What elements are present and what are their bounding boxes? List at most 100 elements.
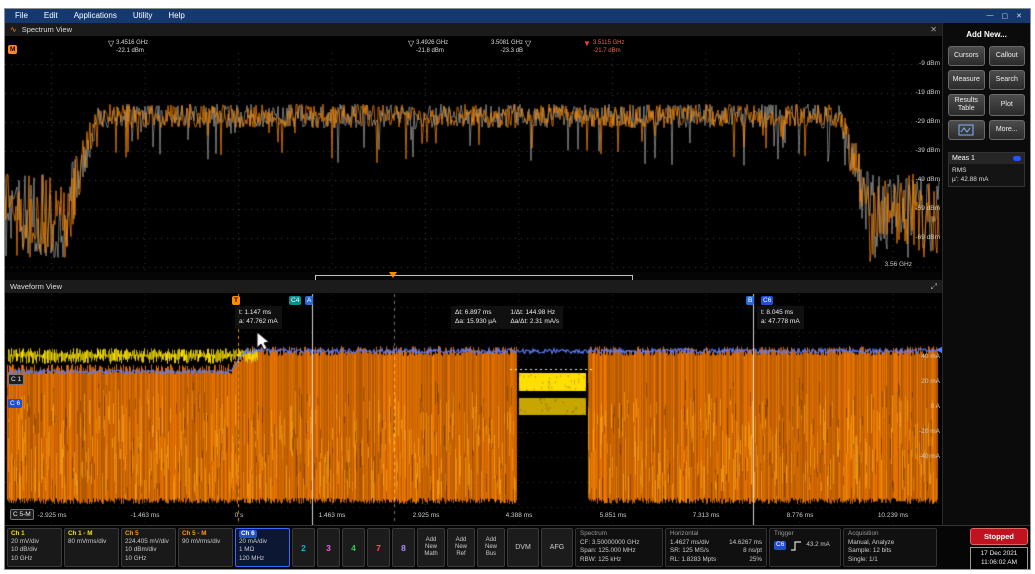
afg-button[interactable]: AFG [541,528,573,567]
time-axis-label: 0 s [214,512,264,520]
spectrum-trace-badge[interactable]: M [8,45,17,54]
close-icon[interactable]: ✕ [1016,12,1022,20]
cursor-b-readout: t: 8.045 ms a: 47.778 mA [757,306,804,329]
meas-1-title: Meas 1 [952,155,975,162]
channel-1-badge[interactable]: Ch 1 20 mV/div 10 dB/div 10 GHz [7,528,62,567]
waveform-view-header: Waveform View ⤢ [5,280,942,294]
window-controls: — ▢ ✕ [987,12,1029,20]
spectrum-view-header: ∿ Spectrum View ✕ [5,23,942,37]
vertical-scale-label: 20 mA [921,378,940,386]
spectrum-reference-marker[interactable]: ▼ 3.5115 GHz -21.7 dBm [583,40,625,55]
more-button[interactable]: More... [989,120,1026,140]
cursors-button[interactable]: Cursors [948,46,985,66]
spectrum-plot[interactable] [5,37,940,272]
time-axis-label: 7.313 ms [681,512,731,520]
dvm-button[interactable]: DVM [507,528,539,567]
expand-icon[interactable]: ⤢ [931,282,937,292]
acquisition-settings-box[interactable]: Acquisition Manual, Analyze Sample: 12 b… [843,528,937,567]
menu-utility[interactable]: Utility [125,9,161,23]
spectrum-scale-label: -69 dBm [915,234,940,242]
minimize-icon[interactable]: — [987,12,994,20]
cursor-delta-readout: Δt: 6.897 ms 1/Δt: 144.98 Hz Δa: 15.930 … [451,306,563,329]
menu-bar: File Edit Applications Utility Help — ▢ … [5,9,1030,23]
trigger-settings-box[interactable]: Trigger C6 43.2 mA [769,528,841,567]
spectrum-view-panel: ∿ Spectrum View ✕ M ▽ 3.4516 GHz -22.1 d… [5,23,942,272]
channel-3-button[interactable]: 3 [317,528,340,567]
time-axis-label: 8.776 ms [775,512,825,520]
channel-4-button[interactable]: 4 [342,528,365,567]
waveform-plot-area: T C4 A B C6 t: 1.147 ms a: 47.762 mA Δt:… [5,294,942,525]
spectrum-scale-label: -9 dBm [919,60,940,68]
vertical-scale-label: -20 mA [919,428,940,436]
menu-edit[interactable]: Edit [36,9,66,23]
menu-applications[interactable]: Applications [66,9,125,23]
spectrum-settings-box[interactable]: Spectrum CF: 3.50000000 GHz Span: 125.00… [575,528,663,567]
display-icon [958,124,974,136]
channel-6-plot-badge[interactable]: C 6 [8,399,22,408]
maximize-icon[interactable]: ▢ [1002,12,1009,20]
meas-1-header: Meas 1 [949,153,1024,164]
marker-label: 3.5115 GHz -21.7 dBm [593,40,625,55]
channel-5-math-badge[interactable]: Ch 5 - M 90 mVrms/div [178,528,233,567]
spectrum-scale-label: -19 dBm [915,89,940,97]
time-axis-label: -2.925 ms [27,512,77,520]
spectrum-scale-label: -59 dBm [915,205,940,213]
spectrum-freq-end-label: 3.56 GHz [885,261,912,269]
spectrum-marker-1[interactable]: ▽ 3.4516 GHz -22.1 dBm [108,40,148,55]
results-table-button[interactable]: Results Table [948,94,985,116]
run-stop-status-button[interactable]: Stopped [970,528,1028,545]
trigger-position-badge[interactable]: T [232,296,240,305]
marker-label: 3.4926 GHz -21.8 dBm [416,40,448,55]
cursor-b-source-badge[interactable]: C6 [761,296,773,305]
marker-triangle-icon: ▽ [525,40,531,48]
channel-2-button[interactable]: 2 [292,528,315,567]
spectrum-close-icon[interactable]: ✕ [930,25,937,34]
spectrum-time-marker-icon[interactable] [389,272,397,278]
channel-8-button[interactable]: 8 [392,528,415,567]
spectrum-marker-3[interactable]: 3.5081 GHz -23.3 dB ▽ [491,40,531,55]
meas-type: RMS [952,166,1021,175]
cursor-a-source-badge[interactable]: C4 [289,296,301,305]
waveform-view-title: Waveform View [10,282,62,291]
vertical-scale-label: 40 mA [921,353,940,361]
date-time-display: 17 Dec 2021 11:06:02 AM [970,547,1028,570]
vertical-scale-label: 0 A [931,403,940,411]
spectrum-marker-2[interactable]: ▽ 3.4926 GHz -21.8 dBm [408,40,448,55]
spectrum-view-title: Spectrum View [22,25,72,34]
time-axis-label: 10.239 ms [868,512,918,520]
spectrum-scale-label: -29 dBm [915,118,940,126]
add-new-ref-button[interactable]: AddNewRef [447,528,475,567]
add-new-math-button[interactable]: AddNewMath [417,528,445,567]
menu-help[interactable]: Help [160,9,192,23]
time-axis-label: 1.463 ms [307,512,357,520]
add-new-bus-button[interactable]: AddNewBus [477,528,505,567]
eye-diagram-button[interactable] [948,120,985,140]
callout-button[interactable]: Callout [989,46,1026,66]
cursor-a-handle[interactable]: A [305,296,313,305]
plot-button[interactable]: Plot [989,94,1026,116]
meas-1-result-panel[interactable]: Meas 1 RMS µ': 42.88 mA [948,152,1025,187]
spectrum-plot-area: M ▽ 3.4516 GHz -22.1 dBm ▽ 3.4926 GHz -2… [5,37,942,272]
time-axis-label: 5.851 ms [588,512,638,520]
time-axis-label: -1.463 ms [120,512,170,520]
cursor-a-readout: t: 1.147 ms a: 47.762 mA [235,306,282,329]
search-button[interactable]: Search [989,70,1026,90]
channel-5-badge[interactable]: Ch 5 224.405 mV/div 10 dBm/div 10 GHz [121,528,176,567]
channel-1-plot-badge[interactable]: C 1 [8,374,24,385]
horizontal-settings-box[interactable]: Horizontal 1.4627 ms/div14.6267 ms SR: 1… [665,528,767,567]
rising-edge-icon [790,541,802,551]
channel-7-button[interactable]: 7 [367,528,390,567]
marker-label: 3.5081 GHz -23.3 dB [491,40,523,55]
waveform-view-panel: Waveform View ⤢ T C4 A B C6 t: 1.147 ms … [5,280,942,525]
measure-button[interactable]: Measure [948,70,985,90]
marker-label: 3.4516 GHz -22.1 dBm [116,40,148,55]
vertical-scale-label: -40 mA [919,453,940,461]
settings-bar: Ch 1 20 mV/div 10 dB/div 10 GHz Ch 1 - M… [5,525,1030,569]
spectrum-time-span[interactable] [315,275,633,276]
channel-1-math-badge[interactable]: Ch 1 - M 80 mVrms/div [64,528,119,567]
channel-6-badge[interactable]: Ch 6 20 mA/div 1 MΩ 120 MHz [235,528,290,567]
menu-file[interactable]: File [7,9,36,23]
cursor-b-handle[interactable]: B [746,296,754,305]
meas-1-body: RMS µ': 42.88 mA [949,164,1024,186]
add-new-header: Add New... [948,30,1025,39]
